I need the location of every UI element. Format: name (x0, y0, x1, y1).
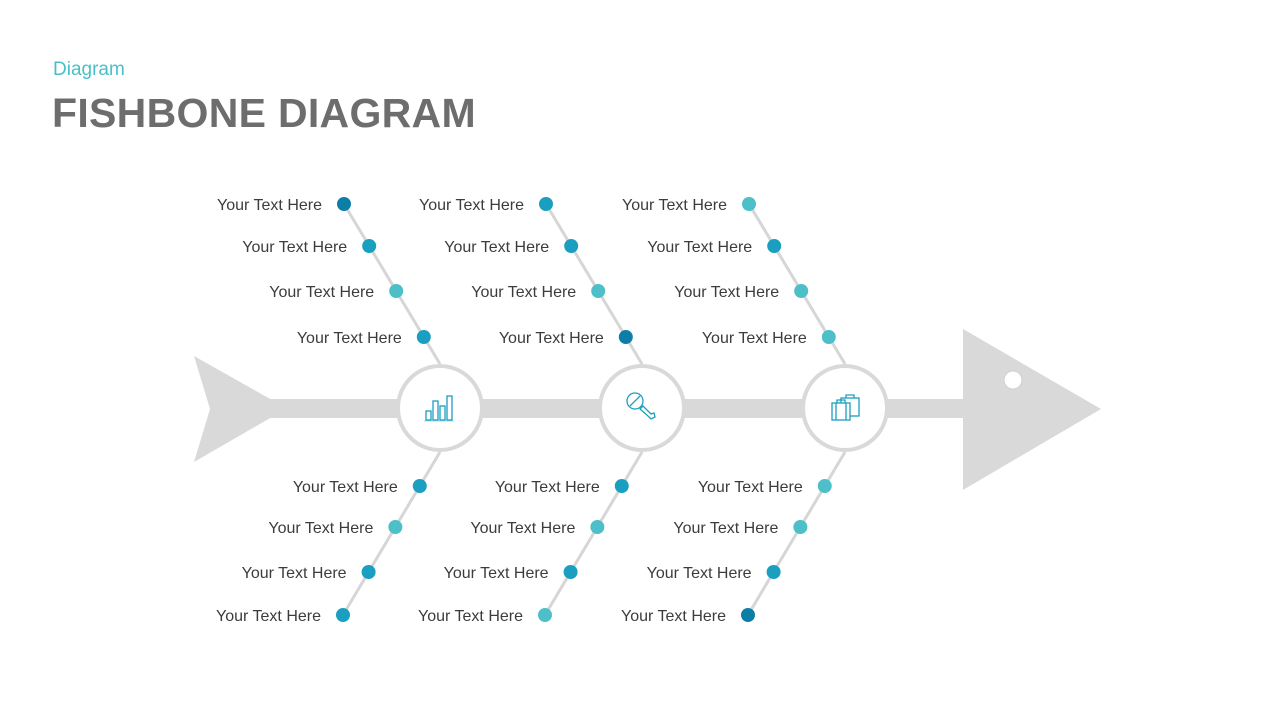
branch-item-label[interactable]: Your Text Here (674, 284, 779, 301)
branch-item-label[interactable]: Your Text Here (698, 479, 803, 496)
branch-item-label[interactable]: Your Text Here (673, 520, 778, 537)
branch-bottom-2: Your Text Here Your Text Here Your Text He… (418, 451, 644, 625)
bullet-dot (563, 565, 578, 579)
branch-item-label[interactable]: Your Text Here (444, 239, 549, 256)
branch-top-3: Your Text Here Your Text Here Your Text He… (622, 197, 847, 365)
bullet-dot (564, 239, 579, 253)
branch-item-label[interactable]: Your Text Here (622, 197, 727, 214)
bullet-dot (361, 565, 376, 579)
category-node-1[interactable] (396, 364, 484, 452)
bullet-dot (591, 284, 606, 298)
branch-item-label[interactable]: Your Text Here (647, 239, 752, 256)
bullet-dot (614, 479, 629, 493)
bullet-dot (416, 330, 431, 344)
bullet-dot (618, 330, 633, 344)
branch-item-label[interactable]: Your Text Here (647, 565, 752, 582)
bullet-dot (337, 197, 351, 211)
bullet-dot (412, 479, 427, 493)
bullet-dot (817, 479, 832, 493)
branch-item-label[interactable]: Your Text Here (269, 284, 374, 301)
bullet-dot (767, 239, 782, 253)
branch-bottom-3: Your Text Here Your Text Here Your Text He… (621, 451, 847, 625)
bullet-dot (388, 520, 403, 534)
bullet-dot (793, 520, 808, 534)
branch-bottom-1: Your Text Here Your Text Here Your Text He… (216, 451, 442, 625)
branch-item-label[interactable]: Your Text Here (293, 479, 398, 496)
branch-item-label[interactable]: Your Text Here (621, 608, 726, 625)
branch-item-label[interactable]: Your Text Here (297, 330, 402, 347)
branch-item-label[interactable]: Your Text Here (217, 197, 322, 214)
branch-item-label[interactable]: Your Text Here (499, 330, 604, 347)
bullet-dot (821, 330, 836, 344)
branch-item-label[interactable]: Your Text Here (418, 608, 523, 625)
bullet-dot (539, 197, 553, 211)
branch-top-1: Your Text Here Your Text Here Your Text He… (217, 197, 442, 365)
branch-top-2: Your Text Here Your Text Here Your Text He… (419, 197, 644, 365)
bullet-dot (766, 565, 781, 579)
branch-item-label[interactable]: Your Text Here (470, 520, 575, 537)
branch-item-label[interactable]: Your Text Here (495, 479, 600, 496)
branch-item-label[interactable]: Your Text Here (242, 565, 347, 582)
branch-item-label[interactable]: Your Text Here (702, 330, 807, 347)
bullet-dot (336, 608, 350, 622)
branch-item-label[interactable]: Your Text Here (268, 520, 373, 537)
fish-eye (1003, 370, 1023, 390)
fishbone-diagram: Your Text Here Your Text Here Your Text He… (194, 197, 1101, 625)
node-circle (598, 364, 686, 452)
bullet-dot (794, 284, 809, 298)
branch-item-label[interactable]: Your Text Here (419, 197, 524, 214)
category-node-3[interactable] (801, 364, 889, 452)
branch-item-label[interactable]: Your Text Here (444, 565, 549, 582)
fish-tail (194, 356, 272, 462)
bullet-dot (538, 608, 552, 622)
category-node-2[interactable] (598, 364, 686, 452)
bullet-dot (590, 520, 605, 534)
fish-head (963, 329, 1101, 490)
bullet-dot (389, 284, 404, 298)
bullet-dot (742, 197, 756, 211)
branch-item-label[interactable]: Your Text Here (216, 608, 321, 625)
branch-item-label[interactable]: Your Text Here (242, 239, 347, 256)
bullet-dot (741, 608, 755, 622)
branch-item-label[interactable]: Your Text Here (471, 284, 576, 301)
bullet-dot (362, 239, 377, 253)
